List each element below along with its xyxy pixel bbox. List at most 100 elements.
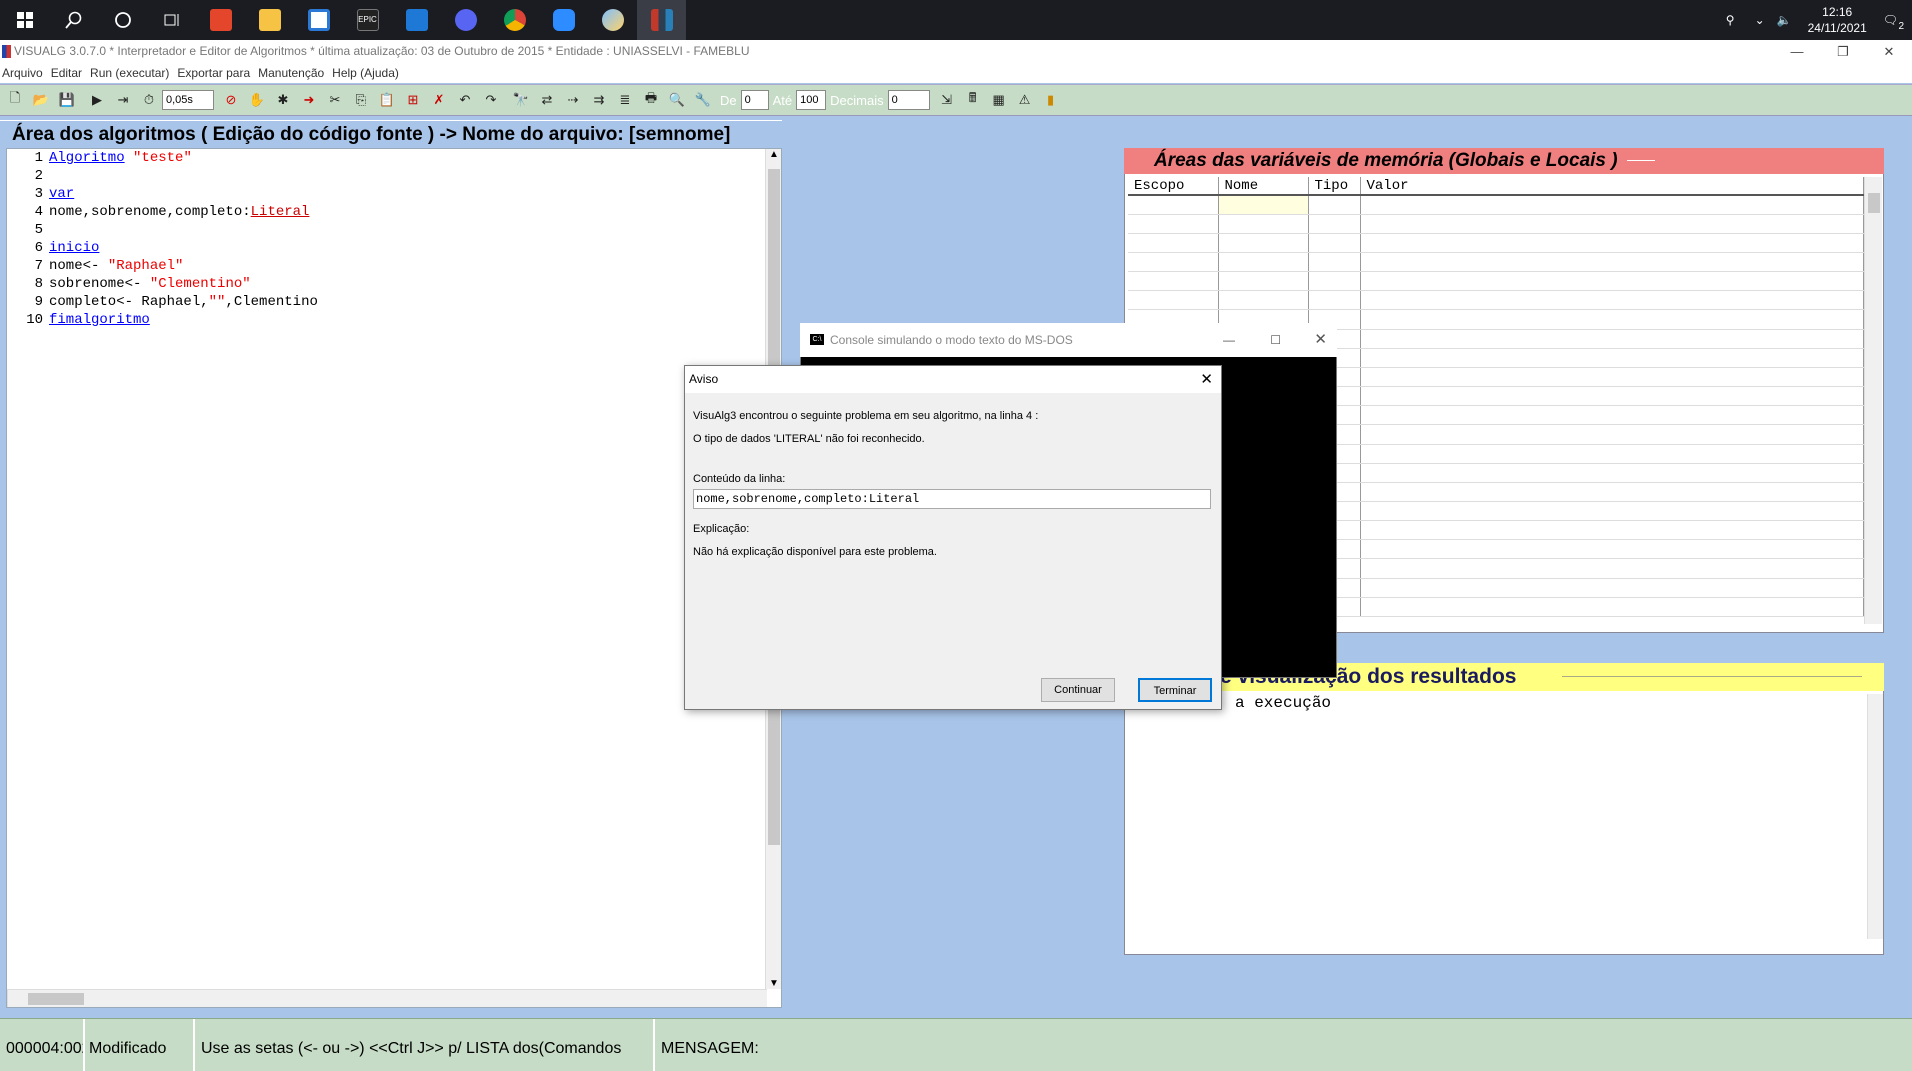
run-to-cursor-icon[interactable]: ➜ bbox=[296, 88, 322, 112]
code-line[interactable]: 10 fimalgoritmo bbox=[7, 311, 781, 329]
open-file-icon[interactable]: 📂 bbox=[28, 88, 54, 112]
variable-row[interactable] bbox=[1128, 252, 1864, 273]
console-minimize-button[interactable]: — bbox=[1223, 323, 1235, 357]
console-close-button[interactable]: ✕ bbox=[1314, 323, 1327, 357]
terminate-button[interactable]: Terminar bbox=[1138, 678, 1212, 702]
col-nome[interactable]: Nome bbox=[1218, 177, 1309, 196]
menu-run[interactable]: Run (executar) bbox=[88, 63, 175, 83]
visualg-icon[interactable] bbox=[637, 0, 686, 40]
office-icon[interactable] bbox=[196, 0, 245, 40]
redo-icon[interactable]: ↷ bbox=[478, 88, 504, 112]
breakpoint-icon[interactable]: ✱ bbox=[270, 88, 296, 112]
insert-icon[interactable]: ⊞ bbox=[400, 88, 426, 112]
code-line[interactable]: 1 Algoritmo "teste" bbox=[7, 149, 781, 167]
continue-button[interactable]: Continuar bbox=[1041, 678, 1115, 702]
variable-row[interactable] bbox=[1128, 233, 1864, 253]
search-icon[interactable] bbox=[49, 0, 98, 40]
preview-icon[interactable]: 🔍 bbox=[664, 88, 690, 112]
cortana-icon[interactable] bbox=[98, 0, 147, 40]
variables-scrollbar[interactable] bbox=[1864, 177, 1882, 624]
line-content-field[interactable]: nome,sobrenome,completo:Literal bbox=[693, 489, 1211, 509]
paste-icon[interactable]: 📋 bbox=[374, 88, 400, 112]
chrome-icon[interactable] bbox=[490, 0, 539, 40]
variable-row[interactable] bbox=[1128, 271, 1864, 292]
scroll-down-icon[interactable]: ▼ bbox=[769, 978, 779, 989]
save-icon[interactable]: 💾 bbox=[54, 88, 80, 112]
new-file-icon[interactable]: 🗋 bbox=[2, 88, 28, 112]
scroll-up-icon[interactable]: ▲ bbox=[769, 149, 779, 160]
file-explorer-icon[interactable] bbox=[245, 0, 294, 40]
toolbar: 🗋 📂 💾 ▶ ⇥ ⏱ 0,05s ⊘ ✋ ✱ ➜ ✂ ⎘ 📋 ⊞ ✗ ↶ ↷ … bbox=[0, 84, 1912, 116]
close-button[interactable]: ✕ bbox=[1866, 40, 1912, 63]
menu-help[interactable]: Help (Ajuda) bbox=[330, 63, 405, 83]
find-icon[interactable]: 🔭 bbox=[508, 88, 534, 112]
de-input[interactable]: 0 bbox=[740, 90, 769, 110]
results-scrollbar[interactable] bbox=[1867, 694, 1883, 939]
menu-exportar[interactable]: Exportar para bbox=[175, 63, 256, 83]
code-line[interactable]: 2 bbox=[7, 167, 781, 185]
editor-horizontal-scrollbar[interactable] bbox=[7, 989, 767, 1007]
calculator-icon[interactable]: 🖩 bbox=[960, 88, 986, 112]
minimize-button[interactable]: — bbox=[1774, 40, 1820, 63]
warning-icon[interactable]: ⚠ bbox=[1012, 88, 1038, 112]
format-icon[interactable]: ≣ bbox=[612, 88, 638, 112]
undo-icon[interactable]: ↶ bbox=[452, 88, 478, 112]
menu-arquivo[interactable]: Arquivo bbox=[0, 63, 49, 83]
timer-icon[interactable]: ⏱ bbox=[136, 88, 162, 112]
code-line[interactable]: 6 inicio bbox=[7, 239, 781, 257]
code-line[interactable]: 7 nome<- "Raphael" bbox=[7, 257, 781, 275]
chevron-up-icon[interactable]: ⌄ bbox=[1749, 13, 1771, 27]
vars-scroll-thumb[interactable] bbox=[1868, 193, 1880, 213]
task-view-icon[interactable] bbox=[147, 0, 196, 40]
export-icon[interactable]: ⇲ bbox=[934, 88, 960, 112]
people-icon[interactable]: ⚲ bbox=[1712, 13, 1749, 27]
find-next-icon[interactable]: ⇢ bbox=[560, 88, 586, 112]
hand-icon[interactable]: ✋ bbox=[244, 88, 270, 112]
menubar: Arquivo Editar Run (executar) Exportar p… bbox=[0, 63, 1912, 83]
variable-row[interactable] bbox=[1128, 195, 1864, 215]
code-editor[interactable]: 1 Algoritmo "teste" 2 3 var 4 nome,sobrenome,c… bbox=[6, 148, 782, 1008]
code-line[interactable]: 3 var bbox=[7, 185, 781, 203]
run-icon[interactable]: ▶ bbox=[84, 88, 110, 112]
code-line[interactable]: 8 sobrenome<- "Clementino" bbox=[7, 275, 781, 293]
tool-icon[interactable]: 🔧 bbox=[690, 88, 716, 112]
ate-input[interactable]: 100 bbox=[796, 90, 827, 110]
indent-icon[interactable]: ⇉ bbox=[586, 88, 612, 112]
hscroll-thumb[interactable] bbox=[28, 993, 84, 1005]
mail-icon[interactable] bbox=[392, 0, 441, 40]
col-escopo[interactable]: Escopo bbox=[1128, 177, 1219, 196]
zoom-icon[interactable] bbox=[539, 0, 588, 40]
cut-icon[interactable]: ✂ bbox=[322, 88, 348, 112]
console-maximize-button[interactable]: ☐ bbox=[1270, 323, 1281, 357]
speed-select[interactable]: 0,05s bbox=[162, 90, 214, 110]
code-line[interactable]: 4 nome,sobrenome,completo:Literal bbox=[7, 203, 781, 221]
replace-icon[interactable]: ⇄ bbox=[534, 88, 560, 112]
step-icon[interactable]: ⇥ bbox=[110, 88, 136, 112]
print-icon[interactable]: 🖶 bbox=[638, 88, 664, 112]
delete-icon[interactable]: ✗ bbox=[426, 88, 452, 112]
col-valor[interactable]: Valor bbox=[1360, 177, 1864, 196]
copy-icon[interactable]: ⎘ bbox=[348, 88, 374, 112]
store-icon[interactable] bbox=[294, 0, 343, 40]
table-icon[interactable]: ▦ bbox=[986, 88, 1012, 112]
volume-icon[interactable]: 🔈 bbox=[1771, 13, 1798, 27]
clock[interactable]: 12:16 24/11/2021 bbox=[1798, 4, 1877, 36]
restore-button[interactable]: ❐ bbox=[1820, 40, 1866, 63]
notification-icon[interactable]: 🗨 2 bbox=[1877, 13, 1912, 32]
exit-icon[interactable]: ▮ bbox=[1038, 88, 1064, 112]
variable-row[interactable] bbox=[1128, 290, 1864, 311]
paint-icon[interactable] bbox=[588, 0, 637, 40]
stop-icon[interactable]: ⊘ bbox=[218, 88, 244, 112]
code-line[interactable]: 9 completo<- Raphael,"",Clementino bbox=[7, 293, 781, 311]
discord-icon[interactable] bbox=[441, 0, 490, 40]
col-tipo[interactable]: Tipo bbox=[1308, 177, 1361, 196]
start-icon[interactable] bbox=[0, 0, 49, 40]
variable-row[interactable] bbox=[1128, 214, 1864, 234]
code-lines[interactable]: 1 Algoritmo "teste" 2 3 var 4 nome,sobrenome,c… bbox=[7, 149, 781, 329]
dialog-close-button[interactable]: ✕ bbox=[1200, 366, 1213, 393]
menu-editar[interactable]: Editar bbox=[49, 63, 88, 83]
menu-manutencao[interactable]: Manutenção bbox=[256, 63, 330, 83]
code-line[interactable]: 5 bbox=[7, 221, 781, 239]
decimais-select[interactable]: 0 bbox=[887, 90, 930, 110]
epic-games-icon[interactable]: EPIC bbox=[343, 0, 392, 40]
